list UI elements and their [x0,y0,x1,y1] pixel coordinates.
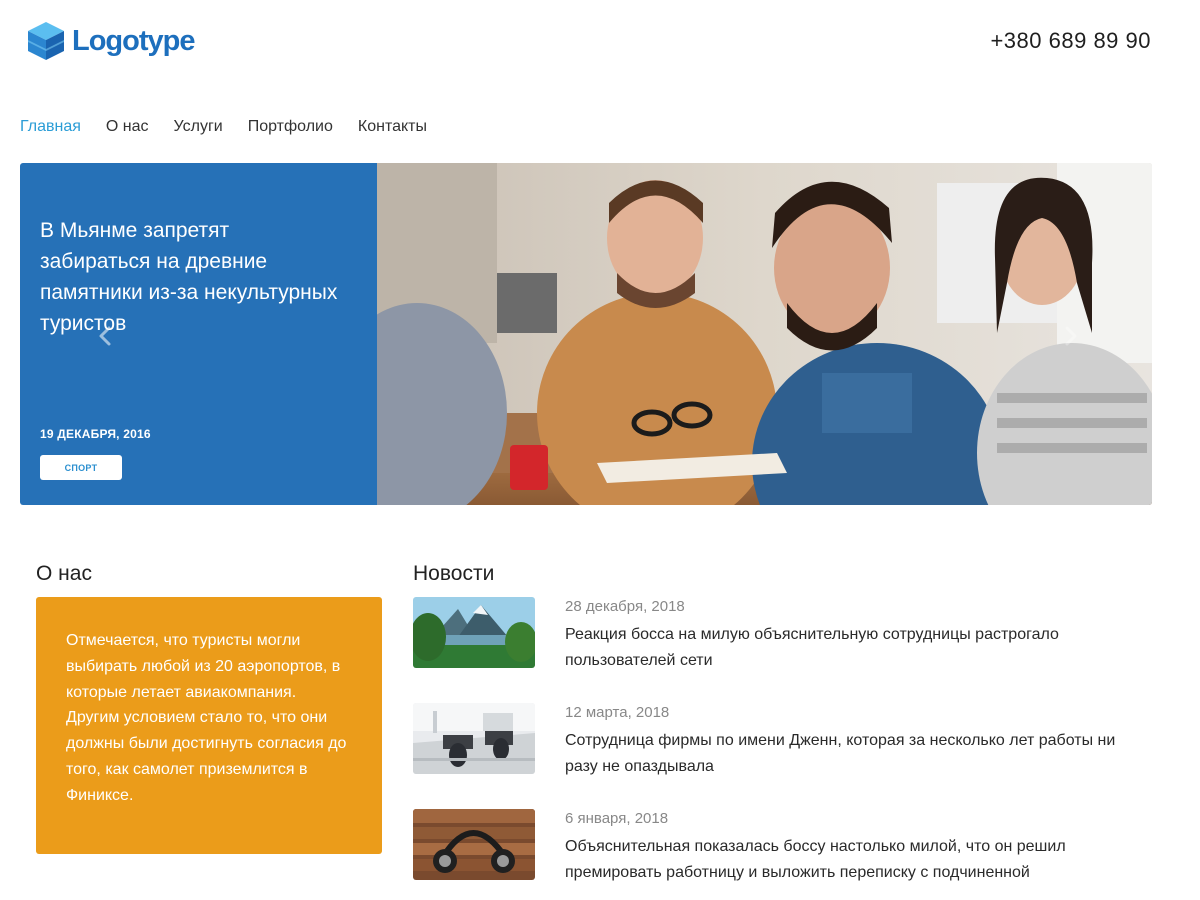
hero-date: 19 ДЕКАБРЯ, 2016 [40,427,151,441]
phone-number[interactable]: +380 689 89 90 [990,28,1151,54]
nav-item-home[interactable]: Главная [20,118,81,136]
nav-item-services[interactable]: Услуги [174,118,223,136]
about-text: Отмечается, что туристы могли выбирать л… [66,632,347,804]
news-item[interactable]: 6 января, 2018 Объяснительная показалась… [413,809,1153,881]
hero-slider: В Мьянме запретят забираться на древние … [20,163,1152,505]
main-nav: Главная О нас Услуги Портфолио Контакты [20,118,427,136]
news-thumbnail[interactable] [413,809,535,880]
hero-tag-button[interactable]: СПОРТ [40,455,122,480]
hero-title[interactable]: В Мьянме запретят забираться на древние … [40,215,340,339]
news-item[interactable]: 12 марта, 2018 Сотрудница фирмы по имени… [413,703,1153,775]
news-item[interactable]: 28 декабря, 2018 Реакция босса на милую … [413,597,1153,669]
news-date: 12 марта, 2018 [565,704,670,721]
hero-caption-panel: В Мьянме запретят забираться на древние … [20,163,377,505]
hero-photo [377,163,1152,505]
hero-photo-illustration [377,163,1152,505]
news-title[interactable]: Объяснительная показалась боссу настольк… [565,834,1125,886]
chevron-left-icon[interactable] [96,325,114,347]
logo[interactable]: Logotype [26,20,195,62]
news-date: 6 января, 2018 [565,810,669,827]
news-title[interactable]: Реакция босса на милую объяснительную со… [565,622,1125,674]
news-thumbnail[interactable] [413,703,535,774]
nav-item-portfolio[interactable]: Портфолио [248,118,333,136]
nav-item-contacts[interactable]: Контакты [358,118,427,136]
news-thumbnail[interactable] [413,597,535,668]
about-heading: О нас [36,562,92,585]
news-title[interactable]: Сотрудница фирмы по имени Дженн, которая… [565,728,1125,780]
news-date: 28 декабря, 2018 [565,598,685,615]
about-box: Отмечается, что туристы могли выбирать л… [36,597,382,854]
logo-text: Logotype [72,24,195,57]
chevron-right-icon[interactable] [1062,325,1080,347]
nav-item-about[interactable]: О нас [106,118,149,136]
news-heading: Новости [413,562,495,585]
logo-cube-icon [28,22,64,60]
